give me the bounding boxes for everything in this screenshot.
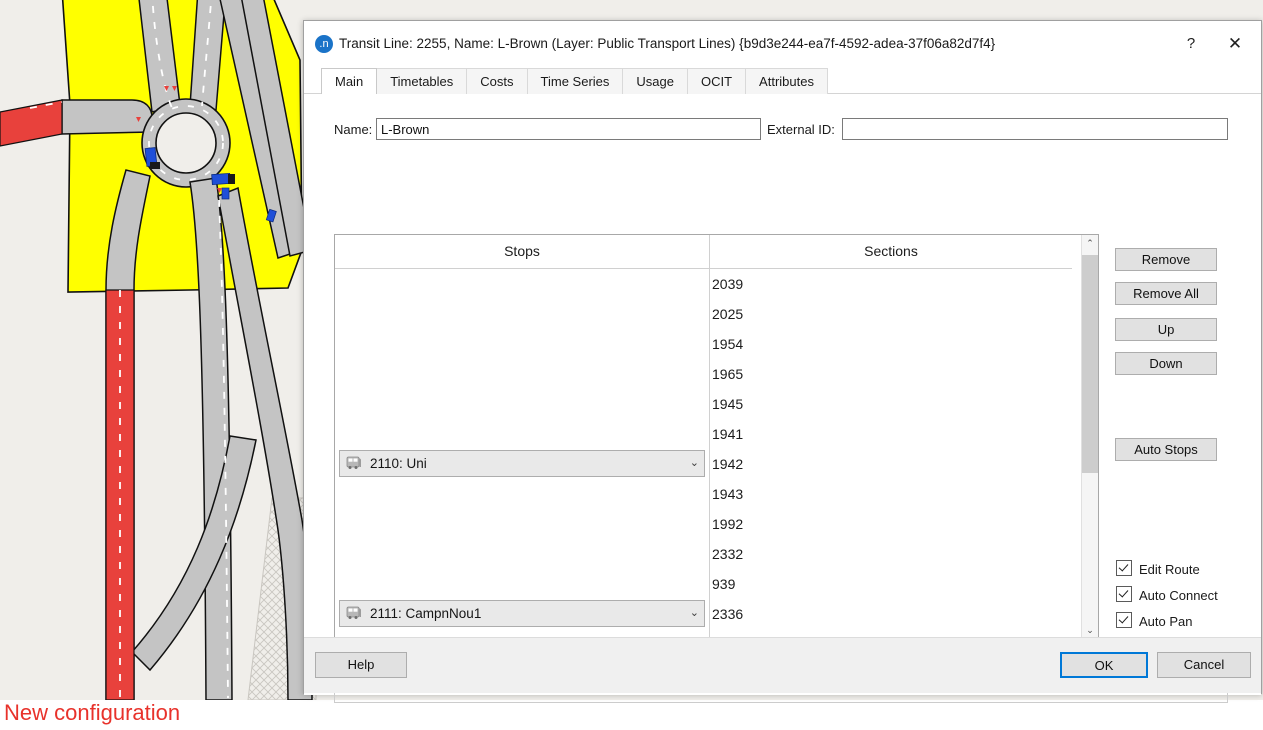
section-cell[interactable]: 1992 — [710, 509, 743, 539]
tab-timetables[interactable]: Timetables — [376, 68, 467, 94]
edit-route-checkbox[interactable] — [1116, 560, 1132, 576]
stop-label: 2111: CampnNou1 — [370, 601, 481, 626]
help-button[interactable]: Help — [315, 652, 407, 678]
dialog-title: Transit Line: 2255, Name: L-Brown (Layer… — [339, 21, 995, 67]
section-cell[interactable]: 943 — [710, 629, 735, 637]
edit-route-label: Edit Route — [1139, 562, 1200, 577]
section-cell[interactable]: 2025 — [710, 299, 743, 329]
section-cell[interactable]: 1945 — [710, 389, 743, 419]
auto-connect-label: Auto Connect — [1139, 588, 1218, 603]
chevron-down-icon[interactable]: ⌄ — [690, 451, 699, 476]
down-button[interactable]: Down — [1115, 352, 1217, 375]
external-id-label: External ID: — [767, 118, 835, 142]
stop-combobox[interactable]: 2111: CampnNou1 ⌄ — [339, 600, 705, 627]
tab-attributes[interactable]: Attributes — [745, 68, 828, 94]
table-row[interactable]: 1954 — [335, 329, 1072, 359]
table-row[interactable]: 2025 — [335, 299, 1072, 329]
table-row[interactable]: 1943 — [335, 479, 1072, 509]
table-row[interactable]: 2332 — [335, 539, 1072, 569]
name-input[interactable] — [376, 118, 761, 140]
external-id-input[interactable] — [842, 118, 1228, 140]
auto-pan-label: Auto Pan — [1139, 614, 1193, 629]
column-header-sections[interactable]: Sections — [710, 235, 1072, 268]
table-row[interactable]: 2110: Uni ⌄ 1942 — [335, 449, 1072, 479]
scrollbar-thumb[interactable] — [1082, 255, 1098, 473]
auto-stops-button[interactable]: Auto Stops — [1115, 438, 1217, 461]
table-vertical-scrollbar[interactable]: ⌃ ⌄ — [1081, 235, 1098, 639]
section-cell[interactable]: 939 — [710, 569, 735, 599]
close-icon[interactable]: ✕ — [1213, 21, 1257, 65]
section-cell[interactable]: 1943 — [710, 479, 743, 509]
table-row[interactable]: 2111: CampnNou1 ⌄ 2336 — [335, 599, 1072, 629]
name-label: Name: — [334, 118, 372, 142]
tab-ocit[interactable]: OCIT — [687, 68, 746, 94]
chevron-down-icon[interactable]: ⌄ — [690, 601, 699, 626]
table-row[interactable]: 1945 — [335, 389, 1072, 419]
section-cell[interactable]: 1954 — [710, 329, 743, 359]
section-cell[interactable]: 2039 — [710, 269, 743, 299]
section-cell[interactable]: 2336 — [710, 599, 743, 629]
cancel-button[interactable]: Cancel — [1157, 652, 1251, 678]
tab-strip: MainTimetablesCostsTime SeriesUsageOCITA… — [304, 68, 1261, 94]
column-header-stops[interactable]: Stops — [335, 235, 709, 268]
status-bar-background — [0, 700, 1263, 730]
titlebar-help-icon[interactable]: ? — [1169, 21, 1213, 65]
ok-button[interactable]: OK — [1060, 652, 1148, 678]
app-icon: .n — [315, 35, 333, 53]
status-bar-text: New configuration — [4, 700, 180, 726]
stops-sections-table: Stops Sections 2039202519541965194519412… — [334, 234, 1099, 640]
tab-costs[interactable]: Costs — [466, 68, 527, 94]
section-cell[interactable]: 2332 — [710, 539, 743, 569]
dialog-titlebar[interactable]: .n Transit Line: 2255, Name: L-Brown (La… — [304, 21, 1261, 68]
table-header: Stops Sections — [335, 235, 1098, 268]
table-row[interactable]: 2039 — [335, 269, 1072, 299]
tab-usage[interactable]: Usage — [622, 68, 688, 94]
section-cell[interactable]: 1965 — [710, 359, 743, 389]
bus-stop-icon — [346, 606, 362, 621]
stop-combobox[interactable]: 2110: Uni ⌄ — [339, 450, 705, 477]
tab-time-series[interactable]: Time Series — [527, 68, 624, 94]
name-row: Name: External ID: — [304, 118, 1261, 142]
edit-route-checkbox-row[interactable]: Edit Route — [1116, 560, 1200, 578]
dialog-body: Name: External ID: Stops Sections 203920… — [304, 94, 1261, 695]
auto-connect-checkbox[interactable] — [1116, 586, 1132, 602]
scroll-up-icon[interactable]: ⌃ — [1082, 235, 1098, 252]
table-row[interactable]: 1965 — [335, 359, 1072, 389]
up-button[interactable]: Up — [1115, 318, 1217, 341]
remove-all-button[interactable]: Remove All — [1115, 282, 1217, 305]
remove-button[interactable]: Remove — [1115, 248, 1217, 271]
table-row[interactable]: 1941 — [335, 419, 1072, 449]
auto-pan-checkbox-row[interactable]: Auto Pan — [1116, 612, 1193, 630]
transit-line-dialog: .n Transit Line: 2255, Name: L-Brown (La… — [303, 20, 1262, 694]
auto-pan-checkbox[interactable] — [1116, 612, 1132, 628]
table-row[interactable]: 1992 — [335, 509, 1072, 539]
table-row[interactable]: 939 — [335, 569, 1072, 599]
dialog-footer: Help OK Cancel — [304, 637, 1261, 693]
bus-stop-icon — [346, 456, 362, 471]
section-cell[interactable]: 1941 — [710, 419, 743, 449]
auto-connect-checkbox-row[interactable]: Auto Connect — [1116, 586, 1218, 604]
stop-label: 2110: Uni — [370, 451, 427, 476]
section-cell[interactable]: 1942 — [710, 449, 743, 479]
table-rows[interactable]: 2039202519541965194519412110: Uni⌄194219… — [335, 269, 1072, 637]
table-row[interactable]: 943 — [335, 629, 1072, 637]
tab-main[interactable]: Main — [321, 68, 377, 94]
